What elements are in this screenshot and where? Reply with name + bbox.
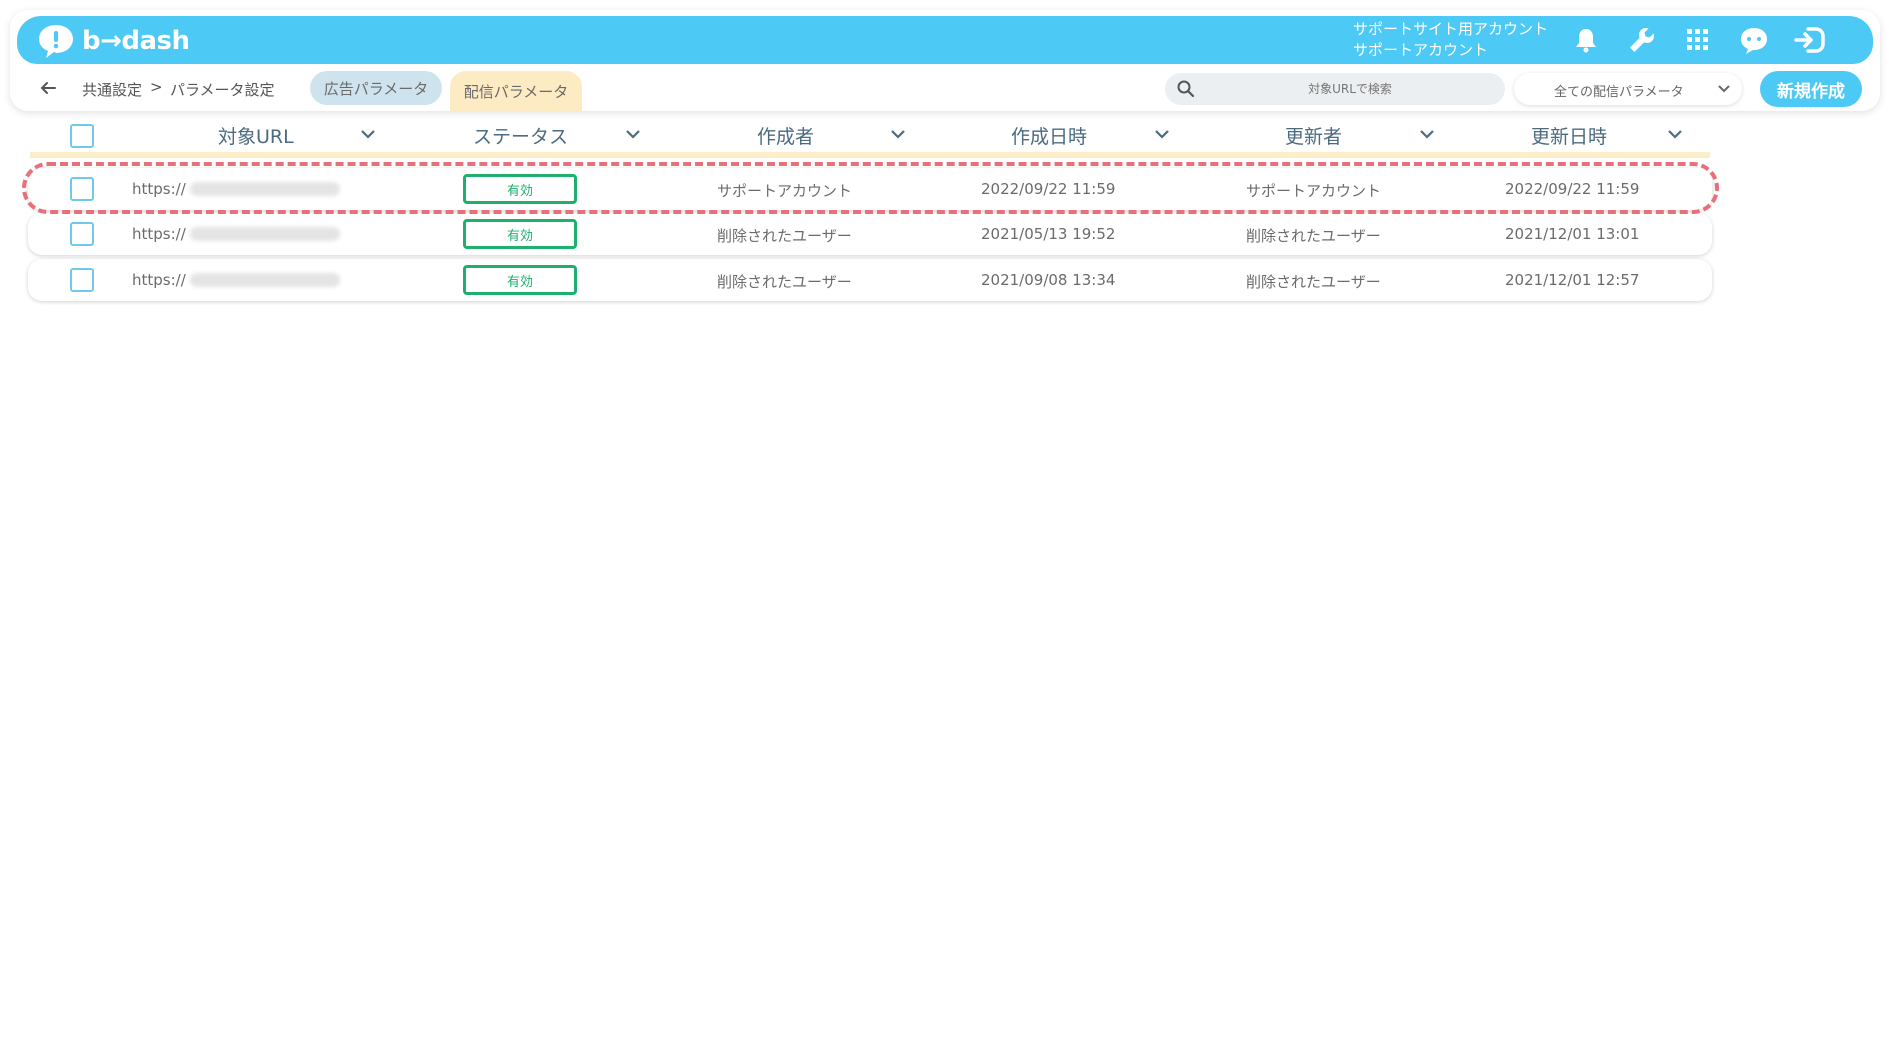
url-redacted [190,227,340,241]
tab-delivery-parameter[interactable]: 配信パラメータ [450,71,582,111]
header-url[interactable]: 対象URL [218,122,294,149]
status-badge: 有効 [463,265,577,295]
status-badge: 有効 [463,174,577,204]
logo-text: b→dash [82,26,190,56]
chevron-down-icon[interactable] [1419,128,1435,142]
cell-updater: 削除されたユーザー [1246,273,1381,291]
chevron-down-icon[interactable] [360,128,376,142]
url-redacted [190,273,340,287]
table-header: 対象URL ステータス 作成者 作成日時 更新者 更新日時 [30,112,1710,158]
cell-updated-at: 2021/12/01 13:01 [1505,225,1640,243]
search-input[interactable] [1205,73,1495,105]
select-all-checkbox[interactable] [70,124,94,148]
header-creator[interactable]: 作成者 [757,122,814,149]
breadcrumb-current: パラメータ設定 [170,81,275,99]
header-status[interactable]: ステータス [473,122,568,149]
tab-ad-parameter[interactable]: 広告パラメータ [310,71,442,105]
cell-updated-at: 2022/09/22 11:59 [1505,180,1640,198]
sub-toolbar: 共通設定 > パラメータ設定 広告パラメータ 配信パラメータ 全ての配信パラメー… [0,68,1890,111]
header-updated-at[interactable]: 更新日時 [1531,122,1607,149]
header-created-at[interactable]: 作成日時 [1011,122,1087,149]
row-checkbox[interactable] [70,177,94,201]
search-icon [1177,80,1195,98]
row-checkbox[interactable] [70,268,94,292]
status-badge: 有効 [463,219,577,249]
cell-creator: 削除されたユーザー [717,227,852,245]
chevron-down-icon[interactable] [625,128,641,142]
create-new-button[interactable]: 新規作成 [1760,71,1862,107]
header-updater[interactable]: 更新者 [1285,122,1342,149]
cell-url[interactable]: https:// [132,271,186,289]
cell-updater: サポートアカウント [1246,182,1382,200]
url-redacted [190,182,340,196]
cell-url[interactable]: https:// [132,225,186,243]
table-row[interactable]: https:// 有効 削除されたユーザー 2021/05/13 19:52 削… [28,213,1712,255]
bell-icon[interactable] [1570,24,1602,56]
top-bar: b→dash サポートサイト用アカウント サポートアカウント [17,16,1873,64]
table-row[interactable]: https:// 有効 サポートアカウント 2022/09/22 11:59 サ… [28,168,1712,210]
app-logo[interactable]: b→dash [36,21,190,61]
parameter-filter-select[interactable]: 全ての配信パラメータ [1514,73,1742,105]
back-arrow-icon[interactable] [36,76,60,100]
account-info[interactable]: サポートサイト用アカウント サポートアカウント [1353,19,1548,61]
search-box [1165,73,1505,105]
cell-created-at: 2022/09/22 11:59 [981,180,1116,198]
cell-updated-at: 2021/12/01 12:57 [1505,271,1640,289]
bot-icon[interactable] [1738,24,1770,56]
account-name: サポートアカウント [1353,41,1489,59]
cell-created-at: 2021/05/13 19:52 [981,225,1116,243]
account-site: サポートサイト用アカウント [1353,20,1549,38]
chevron-down-icon[interactable] [890,128,906,142]
grid-icon[interactable] [1682,24,1714,56]
logo-icon [39,25,73,58]
breadcrumb-parent[interactable]: 共通設定 [82,79,142,100]
cell-url[interactable]: https:// [132,180,186,198]
table-row[interactable]: https:// 有効 削除されたユーザー 2021/09/08 13:34 削… [28,259,1712,301]
filter-selected: 全ての配信パラメータ [1554,85,1684,100]
wrench-icon[interactable] [1626,24,1658,56]
cell-creator: サポートアカウント [717,182,853,200]
cell-created-at: 2021/09/08 13:34 [981,271,1116,289]
chevron-down-icon[interactable] [1154,128,1170,142]
row-checkbox[interactable] [70,222,94,246]
cell-updater: 削除されたユーザー [1246,227,1381,245]
cell-creator: 削除されたユーザー [717,273,852,291]
chevron-down-icon [1718,85,1730,93]
chevron-down-icon[interactable] [1667,128,1683,142]
breadcrumb-separator: > [150,78,163,96]
logout-icon[interactable] [1794,24,1826,56]
